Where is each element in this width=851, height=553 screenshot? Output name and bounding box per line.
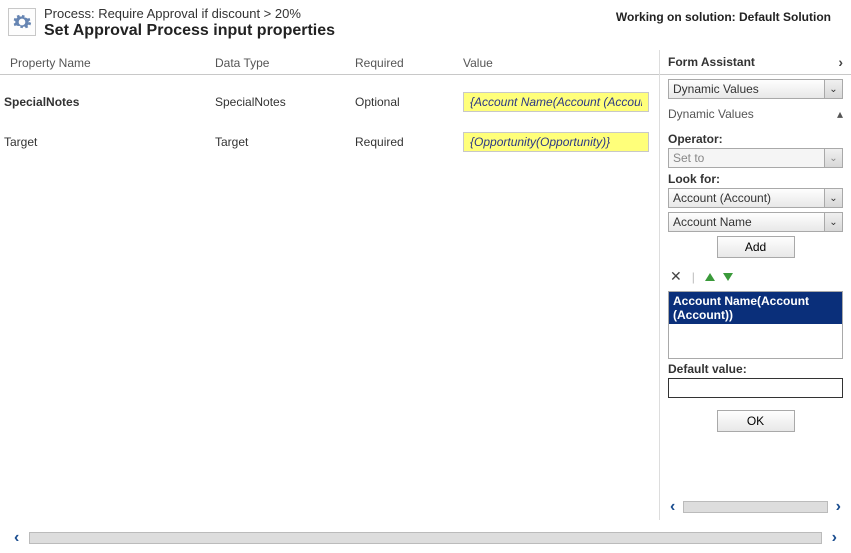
assistant-mode-select[interactable]: Dynamic Values ⌄ xyxy=(668,79,843,99)
scroll-right-icon[interactable]: › xyxy=(828,529,841,547)
page-title: Set Approval Process input properties xyxy=(44,22,335,40)
col-value[interactable]: Value xyxy=(453,50,659,74)
gear-icon xyxy=(8,8,36,36)
table-row[interactable]: SpecialNotes SpecialNotes Optional xyxy=(0,81,659,121)
lookfor-field-select[interactable]: Account Name ⌄ xyxy=(668,212,843,232)
lookfor-entity-select[interactable]: Account (Account) ⌄ xyxy=(668,188,843,208)
cell-required: Required xyxy=(345,129,453,153)
remove-icon[interactable]: ✕ xyxy=(670,268,682,285)
chevron-down-icon: ⌄ xyxy=(824,149,842,167)
form-assistant-header[interactable]: Form Assistant › xyxy=(660,50,851,75)
value-input-specialnotes[interactable] xyxy=(463,92,649,112)
scroll-left-icon[interactable]: ‹ xyxy=(666,498,679,516)
ok-button[interactable]: OK xyxy=(717,410,795,432)
chevron-down-icon: ⌄ xyxy=(824,189,842,207)
cell-datatype: SpecialNotes xyxy=(205,89,345,113)
add-button[interactable]: Add xyxy=(717,236,795,258)
cell-property: SpecialNotes xyxy=(0,89,205,113)
header: Process: Require Approval if discount > … xyxy=(0,0,851,50)
dynamic-values-section-header[interactable]: Dynamic Values ▴ xyxy=(660,103,851,125)
chevron-up-icon: ▴ xyxy=(837,107,843,121)
table-header: Property Name Data Type Required Value xyxy=(0,50,659,75)
move-up-icon[interactable] xyxy=(705,273,715,281)
main-scrollbar[interactable]: ‹ › xyxy=(10,529,841,547)
cell-required: Optional xyxy=(345,89,453,113)
table-row[interactable]: Target Target Required xyxy=(0,121,659,161)
lookfor-label: Look for: xyxy=(668,172,843,186)
operator-select[interactable]: Set to ⌄ xyxy=(668,148,843,168)
col-datatype[interactable]: Data Type xyxy=(205,50,345,74)
chevron-right-icon: › xyxy=(838,54,843,70)
col-required[interactable]: Required xyxy=(345,50,453,74)
chevron-down-icon: ⌄ xyxy=(824,213,842,231)
scroll-left-icon[interactable]: ‹ xyxy=(10,529,23,547)
list-item[interactable]: Account Name(Account (Account)) xyxy=(669,292,842,324)
properties-pane: Property Name Data Type Required Value S… xyxy=(0,50,659,520)
cell-property: Target xyxy=(0,129,205,153)
operator-label: Operator: xyxy=(668,132,843,146)
right-pane-scrollbar[interactable]: ‹ › xyxy=(660,494,851,520)
scrollbar-track[interactable] xyxy=(683,501,827,513)
default-value-label: Default value: xyxy=(668,362,843,376)
cell-datatype: Target xyxy=(205,129,345,153)
solution-label: Working on solution: Default Solution xyxy=(616,10,843,24)
process-name: Process: Require Approval if discount > … xyxy=(44,6,335,21)
form-assistant-pane: Form Assistant › Dynamic Values ⌄ Dynami… xyxy=(659,50,851,520)
selected-fields-listbox[interactable]: Account Name(Account (Account)) xyxy=(668,291,843,359)
col-property[interactable]: Property Name xyxy=(0,50,205,74)
chevron-down-icon: ⌄ xyxy=(824,80,842,98)
value-input-target[interactable] xyxy=(463,132,649,152)
default-value-input[interactable] xyxy=(668,378,843,398)
scrollbar-track[interactable] xyxy=(29,532,821,544)
move-down-icon[interactable] xyxy=(723,273,733,281)
scroll-right-icon[interactable]: › xyxy=(832,498,845,516)
